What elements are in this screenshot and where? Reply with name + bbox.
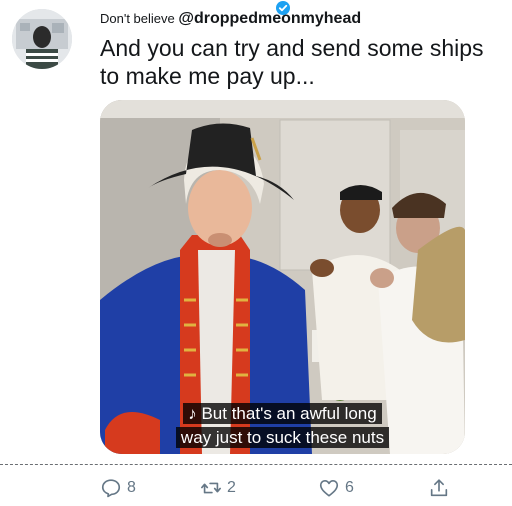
user-handle[interactable]: @droppedmeonmyhead <box>178 10 361 27</box>
like-count: 6 <box>345 479 354 496</box>
caption-line-2: way just to suck these nuts <box>100 426 465 449</box>
retweet-icon <box>201 482 221 494</box>
avatar[interactable] <box>12 9 72 69</box>
like-button[interactable]: 6 <box>318 474 354 502</box>
caption-line-1: ♪ But that's an awful long <box>100 402 465 425</box>
verified-badge-icon <box>276 1 290 15</box>
tweet-header: Don't believe @droppedmeonmyhead <box>100 10 361 28</box>
reply-icon <box>101 479 121 498</box>
divider <box>0 464 512 465</box>
caption-text-1: ♪ But that's an awful long <box>183 403 382 424</box>
header-prefix: Don't believe <box>100 11 175 26</box>
tweet-text: And you can try and send some ships to m… <box>100 35 484 89</box>
share-button[interactable] <box>428 474 455 502</box>
share-icon <box>430 479 448 497</box>
retweet-button[interactable]: 2 <box>200 474 236 502</box>
reply-button[interactable]: 8 <box>100 474 136 502</box>
retweet-count: 2 <box>227 479 236 496</box>
video-frame <box>100 100 465 454</box>
video-player[interactable]: ♪ But that's an awful long way just to s… <box>100 100 465 454</box>
caption-text-2: way just to suck these nuts <box>175 427 390 448</box>
reply-count: 8 <box>127 479 136 496</box>
like-icon <box>319 480 339 497</box>
action-bar: 8 2 6 <box>0 474 512 506</box>
